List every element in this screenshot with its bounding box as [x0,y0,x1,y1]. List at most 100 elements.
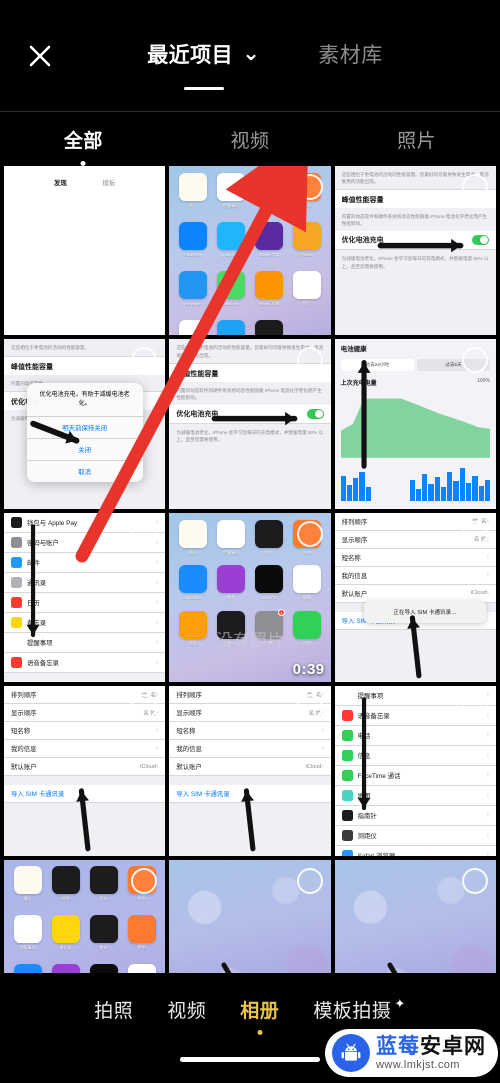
media-cell[interactable]: 这些相位于更电池的活动的性能容量。您最好的可能导致发生电池，电池要用的功能出现。… [334,166,496,336]
media-cell[interactable]: 备忘 提醒事项 股市 图书 App Store 播客 Apple TV 健康 家… [169,512,331,683]
media-cell[interactable]: 发现 模板 [4,166,166,336]
segment-recent[interactable]: 最近项目 ⌄ [147,39,260,90]
settings-row-label: 钱包与 Apple Pay [27,519,78,527]
app-label: 备忘 [189,202,198,208]
nav-album[interactable]: 相册 [240,996,279,1035]
media-cell[interactable]: 排列顺序 姓, 名 › 显示顺序 名 姓 › 短名称 › 我的信息 › 默认账户… [334,512,496,683]
contacts-row[interactable]: 排列顺序 姓, 名 › [334,512,496,531]
segment-library[interactable]: 素材库 [318,39,383,73]
settings-row[interactable]: 地图 › [334,786,496,807]
close-button[interactable] [22,38,58,74]
alert-action-1[interactable]: 关闭 [26,438,143,460]
app-icon: 提醒事项 [216,519,246,556]
media-cell[interactable]: 这些相位于更电池的活动的性能容量。您最好的可能导致发生电池，电池要用的功能出现。… [169,339,331,509]
chevron-right-icon: › [321,709,324,717]
settings-row[interactable]: 日历 › [4,592,166,613]
media-cell[interactable]: 排列顺序 姓, 名 › 显示顺序 名 姓 › 短名称 › 我的信息 › 默认账户… [4,686,166,856]
app-tab-1[interactable]: 模板 [102,177,115,187]
media-cell[interactable]: 提醒事项 › 语音备忘录 › 电话 › 信息 › FaceTime 通话 › 地… [334,686,496,856]
battery-range-tab-1[interactable]: 过去5天 [416,359,490,372]
contacts-row-value: 名 姓 [308,710,322,717]
settings-row-label: 提醒事项 [27,639,53,647]
app-icon: 时钟 [51,866,80,902]
optimized-charging-toggle[interactable] [471,235,489,246]
tab-all[interactable]: 全部 [0,126,167,166]
media-cell[interactable]: 排列顺序 姓, 名 › 显示顺序 名 姓 › 短名称 › 我的信息 › 默认账户… [169,686,331,856]
tab-video[interactable]: 视频 [167,126,334,153]
media-cell[interactable]: 钱包与 Apple Pay › 密码与账户 › 邮件 › 通讯录 › 日历 › … [4,512,166,683]
contacts-row[interactable]: 我的信息 › [169,740,331,759]
contacts-row[interactable]: 我的信息 › [4,740,166,759]
app-glyph [179,519,208,548]
wallpaper-thumb [334,859,496,973]
alert-action-2[interactable]: 取消 [26,460,143,482]
settings-row-label: 备忘录 [27,619,47,627]
usage-bar [409,479,415,501]
settings-row-icon [341,830,353,842]
app-icon: 健康 [292,565,321,601]
settings-row[interactable]: 测距仪 › [334,826,496,847]
nav-photo[interactable]: 拍照 [94,996,133,1023]
settings-row[interactable]: 备忘录 › [4,612,166,633]
media-cell[interactable]: 备忘 提醒事项 股市 图书 FaceTime Apple Store iMovi… [169,166,331,336]
settings-row[interactable]: 通讯录 › [4,572,166,593]
app-label: 短信 [302,300,311,306]
app-glyph [292,565,321,594]
optimized-charging-toggle[interactable] [306,408,324,419]
app-icon: 股市 [89,866,118,902]
optimized-charging-row[interactable]: 优化电池充电 [169,404,331,424]
battery-section-desc: 内置的动态软件和硬件系统将动态性能随着 iPhone 电池化学老化而产生性能影响… [176,387,322,400]
media-cell[interactable]: 电池健康 过去24小时 过去5天 上次充电电量 100% [334,339,496,509]
media-cell[interactable]: 备忘 时钟 股市 图书 提醒事项 备忘录 股市 图书 [4,859,166,973]
media-cell[interactable] [334,859,496,973]
media-grid-scroll[interactable]: 发现 模板 备忘 提醒事项 股市 图书 FaceTime Apple Store… [0,166,500,973]
contacts-row[interactable]: 显示顺序 名 姓 › [334,530,496,549]
settings-list-screen: 提醒事项 › 语音备忘录 › 电话 › 信息 › FaceTime 通话 › 地… [334,686,496,856]
import-sim-row[interactable]: 导入 SIM 卡通讯录 [169,785,331,804]
contacts-row[interactable]: 短名称 › [169,722,331,741]
settings-row[interactable]: 提醒事项 › [4,632,166,653]
contacts-row[interactable]: 显示顺序 名 姓 › [4,704,166,723]
tab-photo[interactable]: 照片 [333,126,500,153]
media-cell[interactable] [169,859,331,973]
alert-dialog: 优化电池充电，有助于减缓电池老化。 明天前保持关闭 关闭 取消 [26,383,143,483]
battery-range-tab-0[interactable]: 过去24小时 [340,359,414,372]
media-cell[interactable]: 这些相位于更电池的活动的性能容量。 峰值性能容量 内置的动态软件 优化电池 为减… [4,339,166,509]
nav-video[interactable]: 视频 [167,996,206,1023]
settings-row[interactable]: 指南针 › [334,806,496,827]
wallpaper-thumb [169,859,331,973]
contacts-row[interactable]: 我的信息 › [334,566,496,585]
contacts-row[interactable]: 排列顺序 姓, 名 › [4,686,166,705]
contacts-row[interactable]: 显示顺序 名 姓 › [169,704,331,723]
usage-bar [440,486,447,501]
settings-row[interactable]: FaceTime 通话 › [334,766,496,787]
settings-row[interactable]: 钱包与 Apple Pay › [4,512,166,533]
app-label: 健康 [302,595,311,601]
nav-photo-label: 拍照 [94,1000,134,1022]
import-sim-row[interactable]: 导入 SIM 卡通讯录 [4,785,166,804]
settings-row[interactable]: Safari 浏览器 › [334,846,496,856]
settings-row[interactable]: 语音备忘录 › [334,706,496,727]
contacts-row[interactable]: 短名称 › [334,548,496,567]
optimized-charging-row[interactable]: 优化电池充电 [334,231,496,251]
app-badge: 1 [278,609,285,617]
site-watermark: 蓝莓安卓网 www.lmkjst.com [325,1029,498,1077]
app-label: 股市 [264,549,273,555]
nav-template-shoot[interactable]: 模板拍摄 ✦ [313,996,405,1023]
settings-row[interactable]: 提醒事项 › [334,686,496,707]
contacts-row[interactable]: 默认账户 iCloud › [169,758,331,777]
contacts-row[interactable]: 排列顺序 姓, 名 › [169,686,331,705]
app-icon: 钱包 [216,611,246,647]
contacts-row-value: iCloud [140,763,156,770]
settings-row[interactable]: 电话 › [334,726,496,747]
settings-row[interactable]: 邮件 › [4,552,166,573]
contacts-row[interactable]: 默认账户 iCloud › [4,758,166,777]
settings-row[interactable]: 密码与账户 › [4,532,166,553]
settings-row-icon [11,576,22,588]
settings-row[interactable]: 信息 › [334,746,496,767]
settings-row[interactable]: 语音备忘录 › [4,652,166,673]
app-icon: Apple TV [89,964,118,973]
app-tab-0[interactable]: 发现 [54,177,67,187]
alert-action-0[interactable]: 明天前保持关闭 [26,416,143,438]
contacts-row[interactable]: 短名称 › [4,722,166,741]
